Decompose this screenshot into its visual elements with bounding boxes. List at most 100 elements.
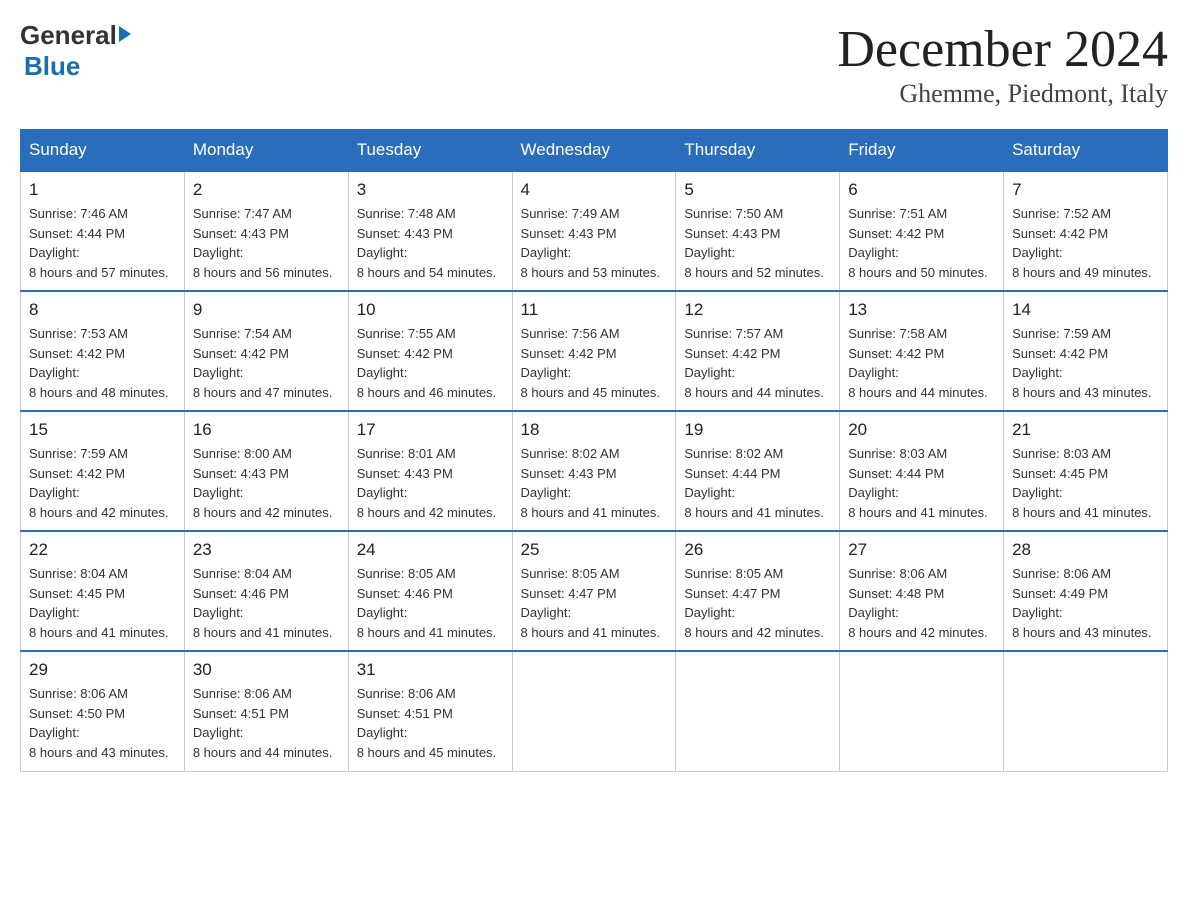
day-info: Sunrise: 7:59 AMSunset: 4:42 PMDaylight:… xyxy=(1012,324,1159,402)
calendar-cell: 10 Sunrise: 7:55 AMSunset: 4:42 PMDaylig… xyxy=(348,291,512,411)
calendar-table: SundayMondayTuesdayWednesdayThursdayFrid… xyxy=(20,129,1168,772)
day-number: 13 xyxy=(848,300,995,320)
day-number: 24 xyxy=(357,540,504,560)
day-number: 28 xyxy=(1012,540,1159,560)
calendar-cell: 21 Sunrise: 8:03 AMSunset: 4:45 PMDaylig… xyxy=(1004,411,1168,531)
day-info: Sunrise: 7:48 AMSunset: 4:43 PMDaylight:… xyxy=(357,204,504,282)
page-header: General Blue December 2024 Ghemme, Piedm… xyxy=(20,20,1168,109)
logo-general: General xyxy=(20,20,117,51)
day-info: Sunrise: 7:52 AMSunset: 4:42 PMDaylight:… xyxy=(1012,204,1159,282)
logo: General Blue xyxy=(20,20,131,82)
calendar-cell: 14 Sunrise: 7:59 AMSunset: 4:42 PMDaylig… xyxy=(1004,291,1168,411)
calendar-cell: 25 Sunrise: 8:05 AMSunset: 4:47 PMDaylig… xyxy=(512,531,676,651)
day-info: Sunrise: 8:03 AMSunset: 4:45 PMDaylight:… xyxy=(1012,444,1159,522)
weekday-header-wednesday: Wednesday xyxy=(512,130,676,172)
calendar-cell xyxy=(1004,651,1168,771)
day-info: Sunrise: 8:05 AMSunset: 4:46 PMDaylight:… xyxy=(357,564,504,642)
calendar-cell: 16 Sunrise: 8:00 AMSunset: 4:43 PMDaylig… xyxy=(184,411,348,531)
day-number: 25 xyxy=(521,540,668,560)
calendar-week-3: 15 Sunrise: 7:59 AMSunset: 4:42 PMDaylig… xyxy=(21,411,1168,531)
day-number: 15 xyxy=(29,420,176,440)
logo-arrow-icon xyxy=(119,26,131,42)
day-info: Sunrise: 7:59 AMSunset: 4:42 PMDaylight:… xyxy=(29,444,176,522)
day-number: 8 xyxy=(29,300,176,320)
day-info: Sunrise: 7:47 AMSunset: 4:43 PMDaylight:… xyxy=(193,204,340,282)
day-info: Sunrise: 7:53 AMSunset: 4:42 PMDaylight:… xyxy=(29,324,176,402)
day-number: 21 xyxy=(1012,420,1159,440)
day-number: 16 xyxy=(193,420,340,440)
calendar-cell: 7 Sunrise: 7:52 AMSunset: 4:42 PMDayligh… xyxy=(1004,171,1168,291)
day-number: 10 xyxy=(357,300,504,320)
day-info: Sunrise: 7:46 AMSunset: 4:44 PMDaylight:… xyxy=(29,204,176,282)
calendar-week-2: 8 Sunrise: 7:53 AMSunset: 4:42 PMDayligh… xyxy=(21,291,1168,411)
calendar-cell: 20 Sunrise: 8:03 AMSunset: 4:44 PMDaylig… xyxy=(840,411,1004,531)
day-info: Sunrise: 8:06 AMSunset: 4:48 PMDaylight:… xyxy=(848,564,995,642)
calendar-cell: 31 Sunrise: 8:06 AMSunset: 4:51 PMDaylig… xyxy=(348,651,512,771)
calendar-cell: 24 Sunrise: 8:05 AMSunset: 4:46 PMDaylig… xyxy=(348,531,512,651)
day-number: 23 xyxy=(193,540,340,560)
day-info: Sunrise: 8:06 AMSunset: 4:50 PMDaylight:… xyxy=(29,684,176,762)
weekday-header-monday: Monday xyxy=(184,130,348,172)
day-number: 2 xyxy=(193,180,340,200)
calendar-cell: 11 Sunrise: 7:56 AMSunset: 4:42 PMDaylig… xyxy=(512,291,676,411)
day-info: Sunrise: 8:02 AMSunset: 4:43 PMDaylight:… xyxy=(521,444,668,522)
calendar-cell: 26 Sunrise: 8:05 AMSunset: 4:47 PMDaylig… xyxy=(676,531,840,651)
calendar-cell: 6 Sunrise: 7:51 AMSunset: 4:42 PMDayligh… xyxy=(840,171,1004,291)
calendar-cell: 27 Sunrise: 8:06 AMSunset: 4:48 PMDaylig… xyxy=(840,531,1004,651)
day-info: Sunrise: 8:06 AMSunset: 4:51 PMDaylight:… xyxy=(193,684,340,762)
day-info: Sunrise: 7:56 AMSunset: 4:42 PMDaylight:… xyxy=(521,324,668,402)
day-info: Sunrise: 8:06 AMSunset: 4:49 PMDaylight:… xyxy=(1012,564,1159,642)
day-number: 11 xyxy=(521,300,668,320)
day-info: Sunrise: 7:50 AMSunset: 4:43 PMDaylight:… xyxy=(684,204,831,282)
calendar-cell: 22 Sunrise: 8:04 AMSunset: 4:45 PMDaylig… xyxy=(21,531,185,651)
day-info: Sunrise: 8:05 AMSunset: 4:47 PMDaylight:… xyxy=(521,564,668,642)
weekday-header-row: SundayMondayTuesdayWednesdayThursdayFrid… xyxy=(21,130,1168,172)
day-info: Sunrise: 7:57 AMSunset: 4:42 PMDaylight:… xyxy=(684,324,831,402)
day-number: 22 xyxy=(29,540,176,560)
day-number: 5 xyxy=(684,180,831,200)
calendar-subtitle: Ghemme, Piedmont, Italy xyxy=(837,79,1168,109)
day-info: Sunrise: 8:01 AMSunset: 4:43 PMDaylight:… xyxy=(357,444,504,522)
day-number: 1 xyxy=(29,180,176,200)
day-number: 20 xyxy=(848,420,995,440)
calendar-cell: 1 Sunrise: 7:46 AMSunset: 4:44 PMDayligh… xyxy=(21,171,185,291)
day-number: 30 xyxy=(193,660,340,680)
day-number: 3 xyxy=(357,180,504,200)
day-info: Sunrise: 8:05 AMSunset: 4:47 PMDaylight:… xyxy=(684,564,831,642)
weekday-header-friday: Friday xyxy=(840,130,1004,172)
calendar-cell: 15 Sunrise: 7:59 AMSunset: 4:42 PMDaylig… xyxy=(21,411,185,531)
day-info: Sunrise: 8:00 AMSunset: 4:43 PMDaylight:… xyxy=(193,444,340,522)
day-number: 9 xyxy=(193,300,340,320)
calendar-week-1: 1 Sunrise: 7:46 AMSunset: 4:44 PMDayligh… xyxy=(21,171,1168,291)
calendar-cell: 8 Sunrise: 7:53 AMSunset: 4:42 PMDayligh… xyxy=(21,291,185,411)
calendar-week-4: 22 Sunrise: 8:04 AMSunset: 4:45 PMDaylig… xyxy=(21,531,1168,651)
calendar-cell: 18 Sunrise: 8:02 AMSunset: 4:43 PMDaylig… xyxy=(512,411,676,531)
calendar-cell: 19 Sunrise: 8:02 AMSunset: 4:44 PMDaylig… xyxy=(676,411,840,531)
day-info: Sunrise: 8:03 AMSunset: 4:44 PMDaylight:… xyxy=(848,444,995,522)
day-number: 18 xyxy=(521,420,668,440)
day-info: Sunrise: 7:54 AMSunset: 4:42 PMDaylight:… xyxy=(193,324,340,402)
day-number: 27 xyxy=(848,540,995,560)
calendar-cell: 13 Sunrise: 7:58 AMSunset: 4:42 PMDaylig… xyxy=(840,291,1004,411)
calendar-cell: 2 Sunrise: 7:47 AMSunset: 4:43 PMDayligh… xyxy=(184,171,348,291)
calendar-title: December 2024 xyxy=(837,20,1168,79)
day-info: Sunrise: 7:51 AMSunset: 4:42 PMDaylight:… xyxy=(848,204,995,282)
weekday-header-tuesday: Tuesday xyxy=(348,130,512,172)
day-number: 29 xyxy=(29,660,176,680)
calendar-week-5: 29 Sunrise: 8:06 AMSunset: 4:50 PMDaylig… xyxy=(21,651,1168,771)
day-info: Sunrise: 8:06 AMSunset: 4:51 PMDaylight:… xyxy=(357,684,504,762)
weekday-header-thursday: Thursday xyxy=(676,130,840,172)
logo-blue: Blue xyxy=(24,51,80,82)
day-info: Sunrise: 7:49 AMSunset: 4:43 PMDaylight:… xyxy=(521,204,668,282)
weekday-header-saturday: Saturday xyxy=(1004,130,1168,172)
day-number: 26 xyxy=(684,540,831,560)
calendar-cell: 29 Sunrise: 8:06 AMSunset: 4:50 PMDaylig… xyxy=(21,651,185,771)
day-number: 14 xyxy=(1012,300,1159,320)
day-info: Sunrise: 8:04 AMSunset: 4:46 PMDaylight:… xyxy=(193,564,340,642)
day-info: Sunrise: 7:55 AMSunset: 4:42 PMDaylight:… xyxy=(357,324,504,402)
day-info: Sunrise: 8:04 AMSunset: 4:45 PMDaylight:… xyxy=(29,564,176,642)
calendar-cell: 30 Sunrise: 8:06 AMSunset: 4:51 PMDaylig… xyxy=(184,651,348,771)
calendar-cell: 9 Sunrise: 7:54 AMSunset: 4:42 PMDayligh… xyxy=(184,291,348,411)
day-number: 17 xyxy=(357,420,504,440)
day-number: 19 xyxy=(684,420,831,440)
